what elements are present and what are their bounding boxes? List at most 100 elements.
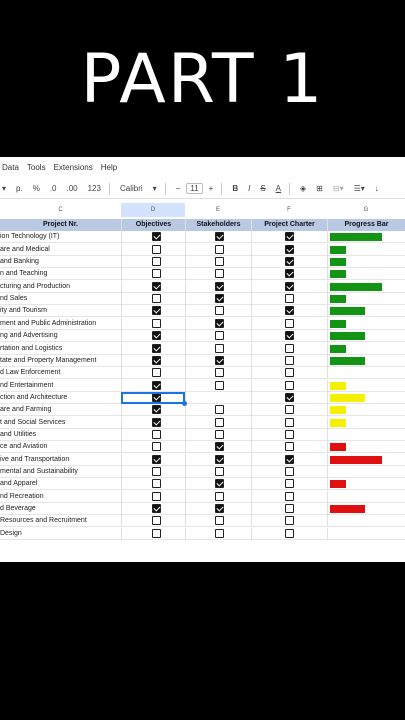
project-name-cell[interactable]: d Beverage [0, 503, 121, 515]
stakeholders-checkbox[interactable] [215, 331, 224, 341]
font-size-input[interactable]: 11 [186, 183, 203, 194]
charter-checkbox[interactable] [285, 516, 294, 526]
charter-checkbox[interactable] [285, 306, 294, 316]
d-cell[interactable] [121, 453, 185, 466]
e-cell[interactable] [185, 503, 251, 516]
stakeholders-checkbox[interactable] [215, 417, 224, 427]
objectives-checkbox[interactable] [152, 479, 161, 489]
stakeholders-checkbox[interactable] [215, 306, 224, 316]
f-cell[interactable] [251, 527, 327, 540]
e-cell[interactable] [185, 293, 251, 306]
e-cell[interactable] [185, 515, 251, 528]
e-cell[interactable] [185, 441, 251, 454]
objectives-checkbox[interactable] [152, 467, 161, 476]
d-cell[interactable] [121, 342, 185, 355]
f-cell[interactable] [251, 379, 327, 392]
objectives-checkbox[interactable] [152, 442, 161, 452]
charter-checkbox[interactable] [285, 454, 294, 464]
d-cell[interactable] [121, 503, 185, 516]
d-cell[interactable] [121, 428, 185, 441]
project-name-cell[interactable]: ction and Architecture [0, 392, 121, 404]
f-cell[interactable] [251, 490, 327, 503]
project-name-cell[interactable]: tate and Property Management [0, 355, 121, 367]
f-cell[interactable] [251, 428, 327, 441]
project-name-cell[interactable]: nd Recreation [0, 491, 121, 503]
d-cell[interactable] [121, 441, 185, 454]
stakeholders-checkbox[interactable] [215, 479, 224, 489]
e-cell[interactable] [185, 231, 251, 244]
stakeholders-checkbox[interactable] [215, 528, 224, 538]
project-name-cell[interactable]: and Apparel [0, 478, 121, 490]
project-name-cell[interactable]: ion Technology (IT) [0, 231, 121, 243]
f-cell[interactable] [251, 391, 327, 404]
e-cell[interactable] [185, 490, 251, 503]
column-header-f[interactable]: F [251, 203, 327, 217]
decrease-decimal-button[interactable]: .0 [50, 184, 57, 193]
e-cell[interactable] [185, 416, 251, 429]
project-name-cell[interactable]: cturing and Production [0, 281, 121, 293]
objectives-checkbox[interactable] [152, 281, 161, 291]
d-cell[interactable] [121, 466, 185, 478]
d-cell[interactable] [121, 293, 185, 306]
stakeholders-checkbox[interactable] [215, 232, 224, 242]
stakeholders-checkbox[interactable] [215, 318, 224, 328]
objectives-checkbox[interactable] [152, 491, 161, 501]
project-name-cell[interactable]: ity and Tourism [0, 305, 121, 317]
charter-checkbox[interactable] [285, 467, 294, 476]
charter-checkbox[interactable] [285, 479, 294, 489]
e-cell[interactable] [185, 330, 251, 343]
charter-checkbox[interactable] [285, 504, 294, 514]
stakeholders-checkbox[interactable] [215, 343, 224, 353]
project-name-cell[interactable]: rtation and Logistics [0, 343, 121, 355]
stakeholders-checkbox[interactable] [215, 257, 224, 267]
d-cell[interactable] [121, 305, 185, 318]
stakeholders-checkbox[interactable] [215, 442, 224, 452]
e-cell[interactable] [185, 268, 251, 281]
project-name-cell[interactable]: ive and Transportation [0, 454, 121, 466]
f-cell[interactable] [251, 404, 327, 417]
vertical-align-icon[interactable]: ↓ [375, 184, 379, 193]
charter-checkbox[interactable] [285, 343, 294, 353]
charter-checkbox[interactable] [285, 294, 294, 304]
increase-decimal-button[interactable]: .00 [66, 184, 77, 193]
charter-checkbox[interactable] [285, 417, 294, 427]
charter-checkbox[interactable] [285, 392, 294, 402]
project-name-cell[interactable]: and Utilities [0, 429, 121, 441]
e-cell[interactable] [185, 527, 251, 540]
objectives-checkbox[interactable] [152, 368, 161, 378]
objectives-checkbox[interactable] [152, 257, 161, 267]
f-cell[interactable] [251, 317, 327, 330]
header-objectives[interactable]: Objectives [121, 219, 185, 231]
stakeholders-checkbox[interactable] [215, 429, 224, 439]
f-cell[interactable] [251, 293, 327, 306]
d-cell[interactable] [121, 317, 185, 330]
f-cell[interactable] [251, 330, 327, 343]
objectives-checkbox[interactable] [152, 380, 161, 390]
charter-checkbox[interactable] [285, 405, 294, 415]
stakeholders-checkbox[interactable] [215, 454, 224, 464]
charter-checkbox[interactable] [285, 257, 294, 267]
f-cell[interactable] [251, 515, 327, 528]
project-name-cell[interactable]: Design [0, 528, 121, 540]
e-cell[interactable] [185, 404, 251, 417]
e-cell[interactable] [185, 379, 251, 392]
stakeholders-checkbox[interactable] [215, 368, 224, 378]
e-cell[interactable] [185, 256, 251, 269]
font-family-select[interactable]: Calibri [120, 184, 143, 193]
f-cell[interactable] [251, 231, 327, 244]
objectives-checkbox[interactable] [152, 429, 161, 439]
f-cell[interactable] [251, 466, 327, 478]
charter-checkbox[interactable] [285, 281, 294, 291]
d-cell[interactable] [121, 404, 185, 417]
e-cell[interactable] [185, 243, 251, 256]
charter-checkbox[interactable] [285, 269, 294, 279]
objectives-checkbox[interactable] [152, 244, 161, 254]
project-name-cell[interactable]: nd Entertainment [0, 380, 121, 392]
d-cell[interactable] [121, 527, 185, 540]
objectives-checkbox[interactable] [152, 331, 161, 341]
d-cell[interactable] [121, 268, 185, 281]
number-format-button[interactable]: 123 [88, 184, 101, 193]
f-cell[interactable] [251, 441, 327, 454]
e-cell[interactable] [185, 466, 251, 478]
menu-extensions[interactable]: Extensions [54, 163, 93, 172]
